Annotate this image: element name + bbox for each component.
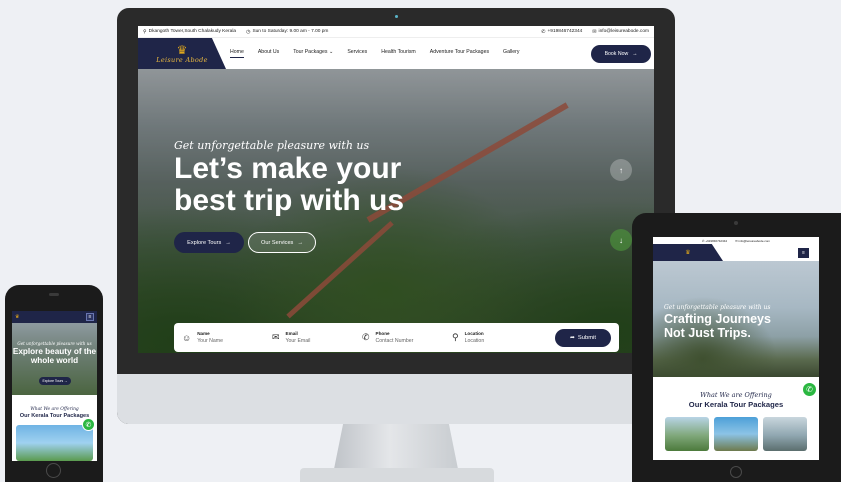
mail-icon: ✉ [592, 28, 597, 35]
location-pin-icon: ⚲ [143, 28, 147, 35]
route-icon: ⚲ [452, 332, 459, 342]
hamburger-menu-icon[interactable]: ≡ [86, 313, 94, 321]
phone-hero-tagline: Get unforgettable pleasure with us [17, 341, 92, 346]
chevron-down-icon: ⌄ [328, 49, 334, 55]
package-card[interactable] [665, 417, 709, 451]
hamburger-menu-icon[interactable]: ≡ [798, 247, 809, 258]
package-cards [653, 417, 819, 451]
tablet-offerings: What We are Offering Our Kerala Tour Pac… [653, 377, 819, 451]
address-text: Dkangoth Tower,South Chalakudy Kerala [148, 29, 237, 34]
arrow-right-icon: → [632, 51, 638, 57]
hours-text: Sun to Saturday: 9.00 am - 7.00 pm [252, 29, 329, 34]
tablet-phone-link[interactable]: ✆ +919846742344 [702, 239, 727, 243]
crown-logo-icon: ♛ [176, 42, 188, 57]
tablet-section-title: Our Kerala Tour Packages [688, 400, 784, 409]
explore-tours-button[interactable]: Explore Tours → [174, 232, 244, 253]
nav-item-services[interactable]: Services [347, 49, 367, 58]
slider-prev-button[interactable]: ↑ [610, 159, 632, 181]
phone-speaker [49, 293, 59, 296]
phone-field[interactable]: ✆ Phone Contact Number [362, 331, 452, 344]
name-field[interactable]: ☺ Name Your Name [182, 331, 272, 344]
phone-screen: ♛ ≡ Get unforgettable pleasure with us E… [12, 311, 97, 461]
phone-icon: ✆ [541, 28, 546, 35]
package-image[interactable] [16, 425, 93, 461]
email-link[interactable]: ✉ info@leisureabode.com [592, 29, 649, 35]
phone-home-button [46, 463, 61, 478]
crown-logo-icon: ♛ [685, 250, 691, 256]
main-navbar: ♛ Leisure Abode Home About Us Tour Packa… [138, 38, 654, 69]
phone-section-subtitle: What We are Offering [30, 407, 79, 412]
slider-next-button[interactable]: ↓ [610, 229, 632, 251]
tablet-navbar: ♛ ≡ [653, 244, 819, 261]
logo-text: Leisure Abode [156, 55, 208, 64]
submit-button[interactable]: ➦ Submit [555, 328, 611, 347]
tablet-email-link[interactable]: ✉ info@leisureabode.com [735, 239, 770, 243]
tablet-hero-headline: Crafting Journeys Not Just Trips. [664, 312, 771, 340]
hero-headline: Let’s make your best trip with us [174, 152, 405, 217]
phone-explore-button[interactable]: Explore Tours → [39, 377, 71, 385]
tablet-logo[interactable]: ♛ [653, 244, 723, 261]
our-services-button[interactable]: Our Services → [248, 232, 316, 253]
site-logo[interactable]: ♛ Leisure Abode [138, 38, 226, 69]
nav-item-adventure[interactable]: Adventure Tour Packages [430, 49, 489, 58]
nav-menu: Home About Us Tour Packages ⌄ Services H… [230, 49, 519, 58]
desktop-screen: ⚲ Dkangoth Tower,South Chalakudy Kerala ◷… [138, 26, 654, 353]
tablet-screen: ✆ +919846742344 ✉ info@leisureabode.com … [653, 237, 819, 460]
package-card[interactable] [714, 417, 758, 451]
share-arrow-icon: ➦ [570, 334, 575, 341]
tablet-camera [734, 221, 738, 225]
phone-icon: ✆ [362, 332, 370, 342]
tablet-top-bar: ✆ +919846742344 ✉ info@leisureabode.com [653, 237, 819, 244]
monitor-stand-foot [300, 468, 494, 482]
nav-item-health-tourism[interactable]: Health Tourism [381, 49, 416, 58]
hero-tagline: Get unforgettable pleasure with us [174, 139, 370, 152]
arrow-up-icon: ↑ [619, 165, 623, 175]
camera-dot [395, 15, 398, 18]
tablet-hero: Get unforgettable pleasure with us Craft… [653, 261, 819, 377]
phone-hero: Get unforgettable pleasure with us Explo… [12, 323, 97, 395]
phone-hero-headline: Explore beauty of the whole world [12, 347, 97, 365]
nav-item-about[interactable]: About Us [258, 49, 279, 58]
crown-logo-icon[interactable]: ♛ [15, 314, 19, 320]
whatsapp-icon[interactable]: ✆ [802, 382, 817, 397]
nav-item-home[interactable]: Home [230, 49, 244, 58]
tablet-section-subtitle: What We are Offering [700, 391, 772, 399]
arrow-right-icon: → [225, 239, 231, 246]
enquiry-form: ☺ Name Your Name ✉ Email Your Email ✆ Phon… [174, 323, 619, 352]
package-card[interactable] [763, 417, 807, 451]
nav-item-gallery[interactable]: Gallery [503, 49, 519, 58]
phone-link[interactable]: ✆ +919846742344 [541, 29, 582, 35]
nav-item-tour-packages[interactable]: Tour Packages ⌄ [293, 49, 333, 58]
mail-icon: ✉ [272, 332, 280, 342]
tablet-hero-tagline: Get unforgettable pleasure with us [664, 304, 771, 311]
whatsapp-icon[interactable]: ✆ [82, 418, 95, 431]
monitor-chin [117, 374, 675, 424]
clock-icon: ◷ [246, 28, 251, 35]
user-icon: ☺ [182, 332, 192, 343]
phone-navbar: ♛ ≡ [12, 311, 97, 323]
top-info-bar: ⚲ Dkangoth Tower,South Chalakudy Kerala ◷… [138, 26, 654, 38]
tablet-home-button [730, 466, 742, 478]
arrow-right-icon: → [297, 239, 303, 246]
hero-section: Get unforgettable pleasure with us Let’s… [138, 69, 654, 353]
book-now-button[interactable]: Book Now → [591, 45, 651, 63]
arrow-down-icon: ↓ [619, 235, 623, 245]
monitor-stand [333, 424, 459, 474]
email-field[interactable]: ✉ Email Your Email [272, 331, 362, 344]
location-field[interactable]: ⚲ Location Location [452, 331, 542, 344]
